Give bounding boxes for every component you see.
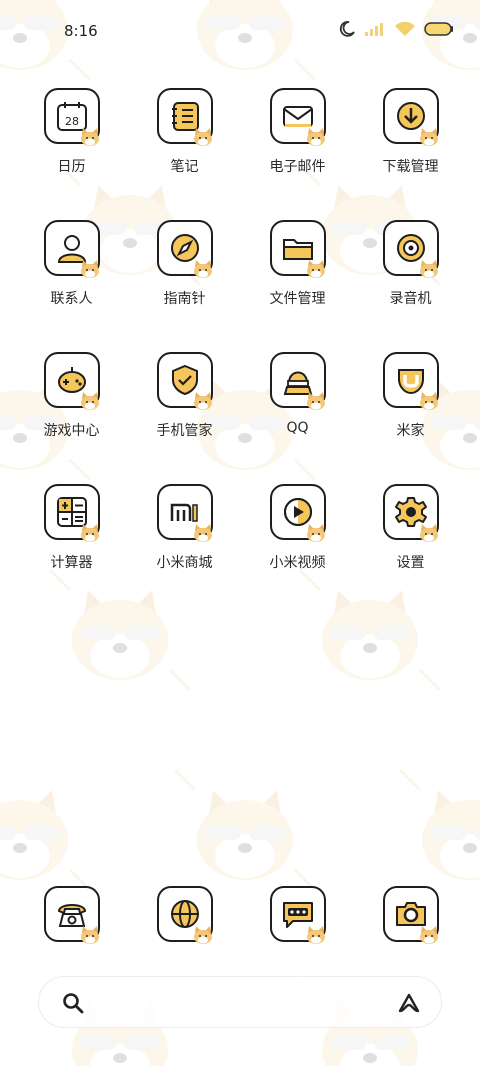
doge-badge-icon	[193, 260, 212, 278]
app-calculator[interactable]: 计算器	[15, 484, 128, 572]
app-qq[interactable]: QQ	[241, 352, 354, 440]
doge-badge-icon	[80, 926, 99, 944]
app-contacts[interactable]: 联系人	[15, 220, 128, 308]
app-label: 计算器	[50, 555, 93, 571]
doge-badge-icon	[306, 926, 325, 944]
doge-badge-icon	[306, 128, 325, 146]
app-tile	[156, 220, 213, 278]
app-label: QQ	[286, 420, 309, 436]
app-compass[interactable]: 指南针	[128, 220, 241, 308]
dock-camera[interactable]	[354, 886, 467, 944]
doge-badge-icon	[306, 524, 325, 542]
app-tile	[269, 886, 326, 944]
app-tile	[382, 484, 439, 542]
dock	[15, 886, 467, 944]
app-calendar[interactable]: 28 日历	[15, 88, 128, 176]
doge-badge-icon	[193, 392, 212, 410]
battery-icon	[424, 22, 453, 36]
app-label: 设置	[396, 555, 425, 571]
app-label: 米家	[396, 423, 425, 439]
app-label: 电子邮件	[269, 159, 326, 175]
app-tile	[43, 886, 100, 944]
app-label: 游戏中心	[43, 423, 100, 439]
app-label: 日历	[57, 159, 86, 175]
app-tile	[156, 352, 213, 410]
app-label: 小米视频	[269, 555, 326, 571]
app-tile	[156, 484, 213, 542]
app-notes[interactable]: 笔记	[128, 88, 241, 176]
doge-badge-icon	[419, 926, 438, 944]
moon-icon	[339, 21, 355, 37]
app-grid: 28 日历 笔记 电子邮件 下载管理 联系人 指南针 文件管理 录音机 游戏中心…	[15, 88, 467, 572]
app-mi-video[interactable]: 小米视频	[241, 484, 354, 572]
dock-messages[interactable]	[241, 886, 354, 944]
wifi-icon	[395, 21, 415, 36]
doge-badge-icon	[306, 392, 325, 410]
app-mijia[interactable]: 米家	[354, 352, 467, 440]
app-label: 录音机	[389, 291, 432, 307]
app-files[interactable]: 文件管理	[241, 220, 354, 308]
app-tile	[269, 352, 326, 410]
dock-browser[interactable]	[128, 886, 241, 944]
status-time: 8:16	[64, 22, 98, 40]
calendar-date: 28	[65, 115, 79, 128]
app-mi-store[interactable]: 小米商城	[128, 484, 241, 572]
dock-phone[interactable]	[15, 886, 128, 944]
doge-badge-icon	[419, 392, 438, 410]
doge-badge-icon	[193, 926, 212, 944]
app-label: 笔记	[170, 159, 199, 175]
app-tile	[269, 484, 326, 542]
app-label: 小米商城	[156, 555, 213, 571]
app-label: 指南针	[163, 291, 206, 307]
doge-badge-icon	[419, 260, 438, 278]
doge-badge-icon	[80, 524, 99, 542]
app-tile	[43, 352, 100, 410]
app-tile	[382, 88, 439, 146]
app-downloads[interactable]: 下载管理	[354, 88, 467, 176]
search-bar[interactable]	[38, 976, 442, 1028]
app-tile	[382, 886, 439, 944]
doge-badge-icon	[419, 524, 438, 542]
assistant-icon[interactable]	[397, 991, 421, 1015]
app-label: 下载管理	[382, 159, 439, 175]
app-tile	[382, 220, 439, 278]
app-label: 文件管理	[269, 291, 326, 307]
signal-icon	[365, 23, 383, 36]
doge-badge-icon	[419, 128, 438, 146]
app-game-center[interactable]: 游戏中心	[15, 352, 128, 440]
status-icons	[338, 20, 454, 38]
status-bar: 8:16	[0, 0, 480, 62]
app-tile	[156, 886, 213, 944]
doge-badge-icon	[80, 260, 99, 278]
app-tile	[269, 220, 326, 278]
app-tile	[382, 352, 439, 410]
app-mail[interactable]: 电子邮件	[241, 88, 354, 176]
doge-badge-icon	[80, 392, 99, 410]
app-tile	[269, 88, 326, 146]
app-tile: 28	[43, 88, 100, 146]
doge-badge-icon	[193, 524, 212, 542]
search-icon[interactable]	[61, 991, 85, 1015]
doge-badge-icon	[306, 260, 325, 278]
app-tile	[43, 220, 100, 278]
app-label: 联系人	[50, 291, 93, 307]
app-settings[interactable]: 设置	[354, 484, 467, 572]
app-recorder[interactable]: 录音机	[354, 220, 467, 308]
app-label: 手机管家	[156, 423, 213, 439]
app-tile	[43, 484, 100, 542]
doge-badge-icon	[80, 128, 99, 146]
doge-badge-icon	[193, 128, 212, 146]
app-tile	[156, 88, 213, 146]
app-security[interactable]: 手机管家	[128, 352, 241, 440]
